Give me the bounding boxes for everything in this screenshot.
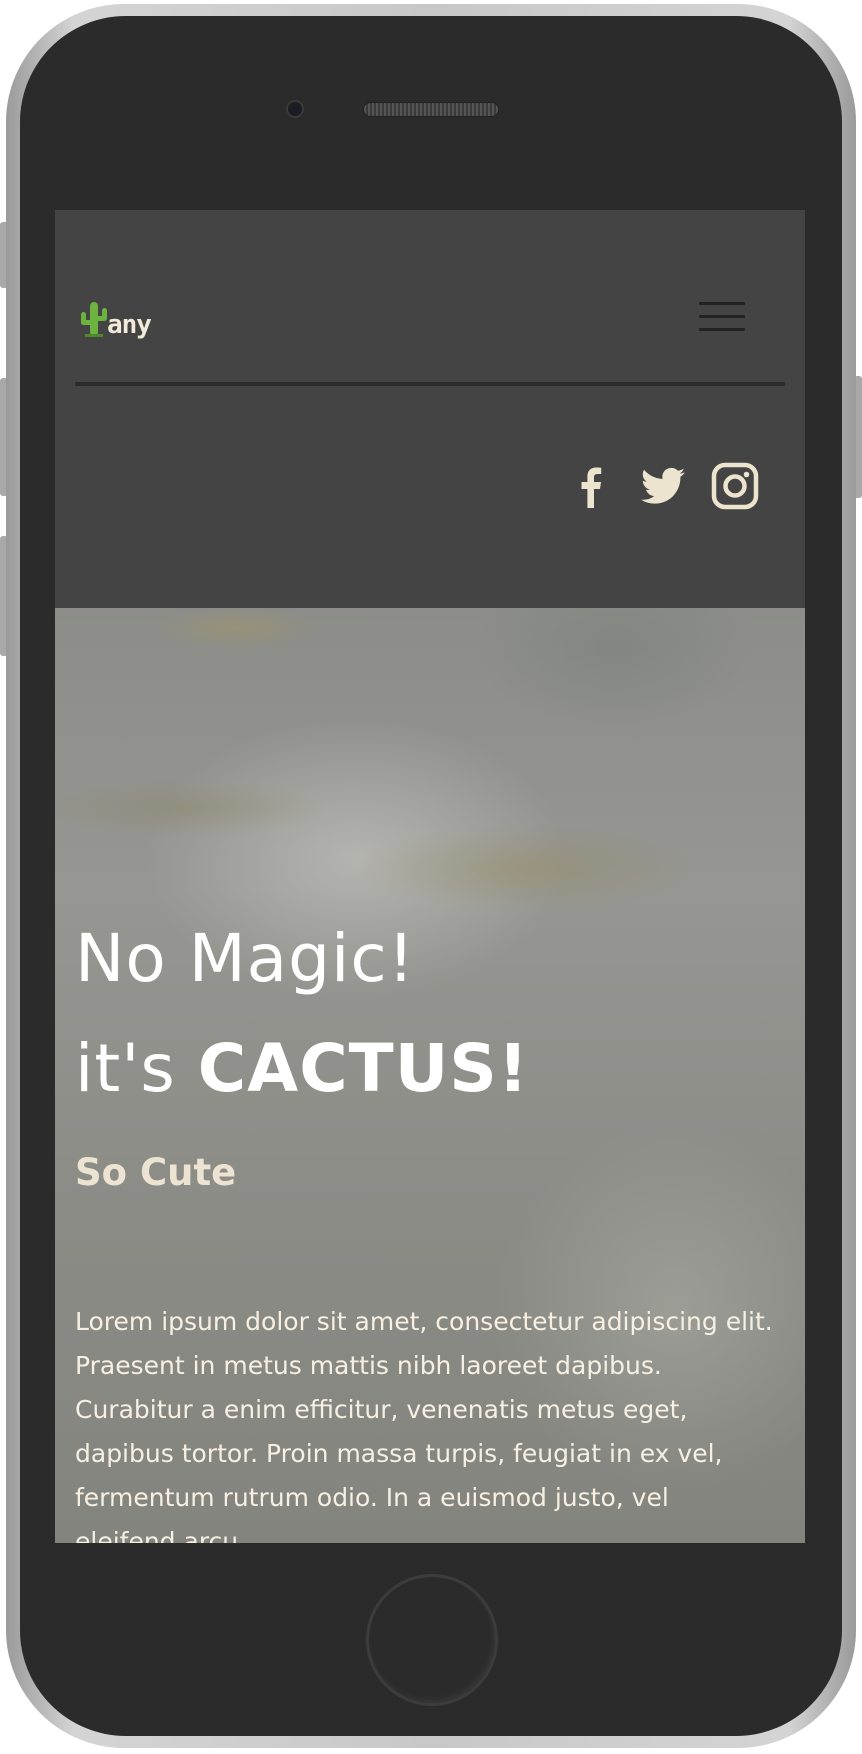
- hero-title-prefix: it's: [75, 1030, 198, 1107]
- phone-screen: any No Magic! it's CACTUS! So Cute Lorem…: [55, 210, 805, 1543]
- site-logo[interactable]: any: [79, 298, 152, 340]
- logo-text: any: [107, 310, 152, 340]
- home-button[interactable]: [366, 1574, 498, 1706]
- hero-title-line-2: it's CACTUS!: [75, 1036, 529, 1102]
- hero-body-text: Lorem ipsum dolor sit amet, consectetur …: [75, 1307, 773, 1543]
- hero-title-line-1: No Magic!: [75, 920, 416, 997]
- earpiece-speaker: [364, 103, 498, 116]
- facebook-icon[interactable]: [567, 462, 615, 510]
- instagram-icon[interactable]: [711, 462, 759, 510]
- cactus-icon: [81, 302, 107, 337]
- hero-title-emphasis: CACTUS!: [197, 1030, 529, 1107]
- hamburger-menu-icon[interactable]: [699, 302, 745, 332]
- site-header: any: [55, 210, 805, 608]
- device-mockup-stage: any No Magic! it's CACTUS! So Cute Lorem…: [0, 0, 862, 1754]
- hero-section: No Magic! it's CACTUS! So Cute Lorem ips…: [55, 608, 805, 1543]
- front-camera: [288, 102, 302, 116]
- hero-subtitle: So Cute: [75, 1151, 237, 1194]
- header-divider: [75, 382, 785, 386]
- twitter-icon[interactable]: [639, 462, 687, 510]
